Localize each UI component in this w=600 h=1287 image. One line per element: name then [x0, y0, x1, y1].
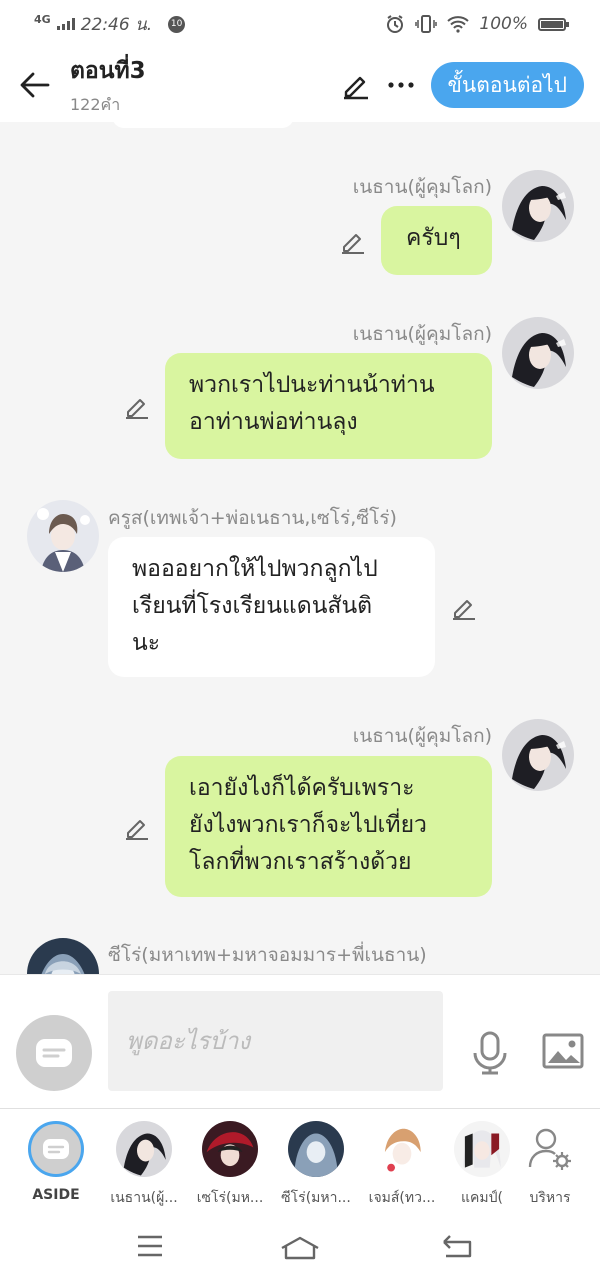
- chat-bubble-icon: [36, 1039, 72, 1067]
- sender-name: เนธาน(ผู้คุมโลก): [352, 323, 492, 345]
- character-zero[interactable]: ซีโร่(มหา...: [276, 1121, 356, 1209]
- system-nav-bar: [0, 1216, 600, 1287]
- message-line: โลกที่พวกเราสร้างด้วย: [189, 849, 412, 875]
- pencil-icon: [342, 234, 364, 254]
- character-label: ASIDE: [32, 1187, 80, 1203]
- user-settings-icon: [528, 1128, 571, 1170]
- microphone-icon: [473, 1031, 507, 1075]
- sender-name: ครูส(เทพเจ้า+พ่อเนธาน,เซโร่,ซีโร่): [108, 507, 397, 529]
- status-bar: 4G 22:46 น. 10 100%: [0, 0, 600, 48]
- message-input[interactable]: [108, 991, 443, 1091]
- avatar[interactable]: [27, 500, 99, 572]
- character-label: แคมป์(: [461, 1190, 503, 1206]
- character-label: ซีโร่(มหา...: [281, 1190, 351, 1206]
- aside-toggle-button[interactable]: [16, 1015, 92, 1091]
- character-label: บริหาร: [529, 1190, 571, 1206]
- chat-area[interactable]: เนธาน(ผู้คุมโลก) ครับๆ เนธาน(ผู้คุมโลก) …: [0, 122, 600, 974]
- message-line: อาท่านพ่อท่านลุง: [189, 409, 358, 435]
- character-label: เซโร่(มห...: [196, 1190, 264, 1206]
- character-label: เจมส์(ทว...: [368, 1190, 436, 1206]
- page-title: ตอนที่3: [70, 57, 146, 84]
- character-aside[interactable]: ASIDE: [16, 1121, 96, 1203]
- sender-name: ซีโร่(มหาเทพ+มหาจอมมาร+พี่เนธาน): [108, 944, 427, 966]
- pencil-icon: [126, 399, 148, 419]
- home-icon: [281, 1236, 319, 1260]
- edit-message-button[interactable]: [449, 592, 479, 622]
- character-zero-b[interactable]: เซโร่(มห...: [190, 1121, 270, 1209]
- sender-name: เนธาน(ผู้คุมโลก): [352, 176, 492, 198]
- home-nav-button[interactable]: [280, 1236, 320, 1264]
- previous-bubble-edge: [112, 122, 294, 128]
- avatar: [28, 1121, 84, 1177]
- pencil-icon: [343, 76, 368, 100]
- message-bubble[interactable]: ครับๆ: [381, 206, 492, 275]
- more-button[interactable]: [387, 81, 415, 89]
- status-time: 22:46 น.: [80, 14, 153, 35]
- message-line: เรียนที่โรงเรียนแดนสันติ: [132, 593, 373, 619]
- alarm-icon: [387, 15, 404, 33]
- menu-nav-button[interactable]: [136, 1234, 164, 1262]
- chat-bubble-icon: [43, 1139, 69, 1159]
- character-nathan[interactable]: เนธาน(ผู้...: [104, 1121, 184, 1209]
- back-arrow-icon: [20, 72, 50, 98]
- avatar[interactable]: [27, 938, 99, 974]
- message-line: พอออยากให้ไปพวกลูกไป: [132, 556, 378, 582]
- insert-image-button[interactable]: [542, 1033, 584, 1073]
- network-type: 4G: [34, 12, 51, 26]
- message-input-bar: [0, 974, 600, 1108]
- avatar: [202, 1121, 258, 1177]
- menu-icon: [138, 1235, 162, 1257]
- return-icon: [443, 1235, 472, 1258]
- notification-badge: 10: [168, 15, 186, 33]
- avatar: [454, 1121, 510, 1177]
- battery-icon: [538, 17, 569, 31]
- sender-name: เนธาน(ผู้คุมโลก): [352, 725, 492, 747]
- character-label: เนธาน(ผู้...: [110, 1190, 178, 1206]
- back-button[interactable]: [0, 48, 70, 122]
- next-step-button[interactable]: ขั้นตอนต่อไป: [430, 62, 584, 108]
- word-count: 122คำ: [70, 94, 121, 114]
- edit-message-button[interactable]: [122, 391, 152, 421]
- wifi-icon: [447, 16, 470, 33]
- manage-icon-wrap: [522, 1121, 578, 1177]
- avatar: [116, 1121, 172, 1177]
- pencil-icon: [126, 820, 148, 840]
- message-bubble[interactable]: เอายังไงก็ได้ครับเพราะ ยังไงพวกเราก็จะไป…: [165, 756, 492, 897]
- battery-percent: 100%: [479, 14, 528, 34]
- episode-header: ตอนที่3 122คำ ขั้นตอนต่อไป: [0, 48, 600, 122]
- more-icon: [387, 82, 414, 88]
- character-james[interactable]: เจมส์(ทว...: [362, 1121, 442, 1209]
- avatar[interactable]: [502, 719, 574, 791]
- manage-characters-button[interactable]: บริหาร: [510, 1121, 590, 1209]
- edit-message-button[interactable]: [338, 226, 368, 256]
- message-bubble[interactable]: พอออยากให้ไปพวกลูกไป เรียนที่โรงเรียนแดน…: [108, 537, 435, 677]
- avatar: [374, 1121, 430, 1177]
- avatar: [288, 1121, 344, 1177]
- message-bubble[interactable]: พวกเราไปนะท่านน้าท่าน อาท่านพ่อท่านลุง: [165, 353, 492, 459]
- signal-icon: [56, 18, 75, 30]
- image-icon: [542, 1033, 584, 1069]
- message-line: ครับๆ: [406, 225, 461, 251]
- character-selector: ASIDE เนธาน(ผู้... เซโร่(มห... ซีโร่(มหา…: [0, 1108, 600, 1216]
- avatar[interactable]: [502, 170, 574, 242]
- message-line: พวกเราไปนะท่านน้าท่าน: [189, 372, 435, 398]
- message-line: เอายังไงก็ได้ครับเพราะ: [189, 775, 415, 801]
- back-nav-button[interactable]: [440, 1234, 474, 1264]
- voice-input-button[interactable]: [472, 1031, 508, 1079]
- avatar[interactable]: [502, 317, 574, 389]
- pencil-icon: [453, 600, 475, 620]
- edit-button[interactable]: [341, 70, 371, 100]
- edit-message-button[interactable]: [122, 812, 152, 842]
- vibrate-icon: [415, 15, 438, 33]
- message-line: ยังไงพวกเราก็จะไปเที่ยว: [189, 812, 427, 838]
- message-line: นะ: [132, 630, 161, 656]
